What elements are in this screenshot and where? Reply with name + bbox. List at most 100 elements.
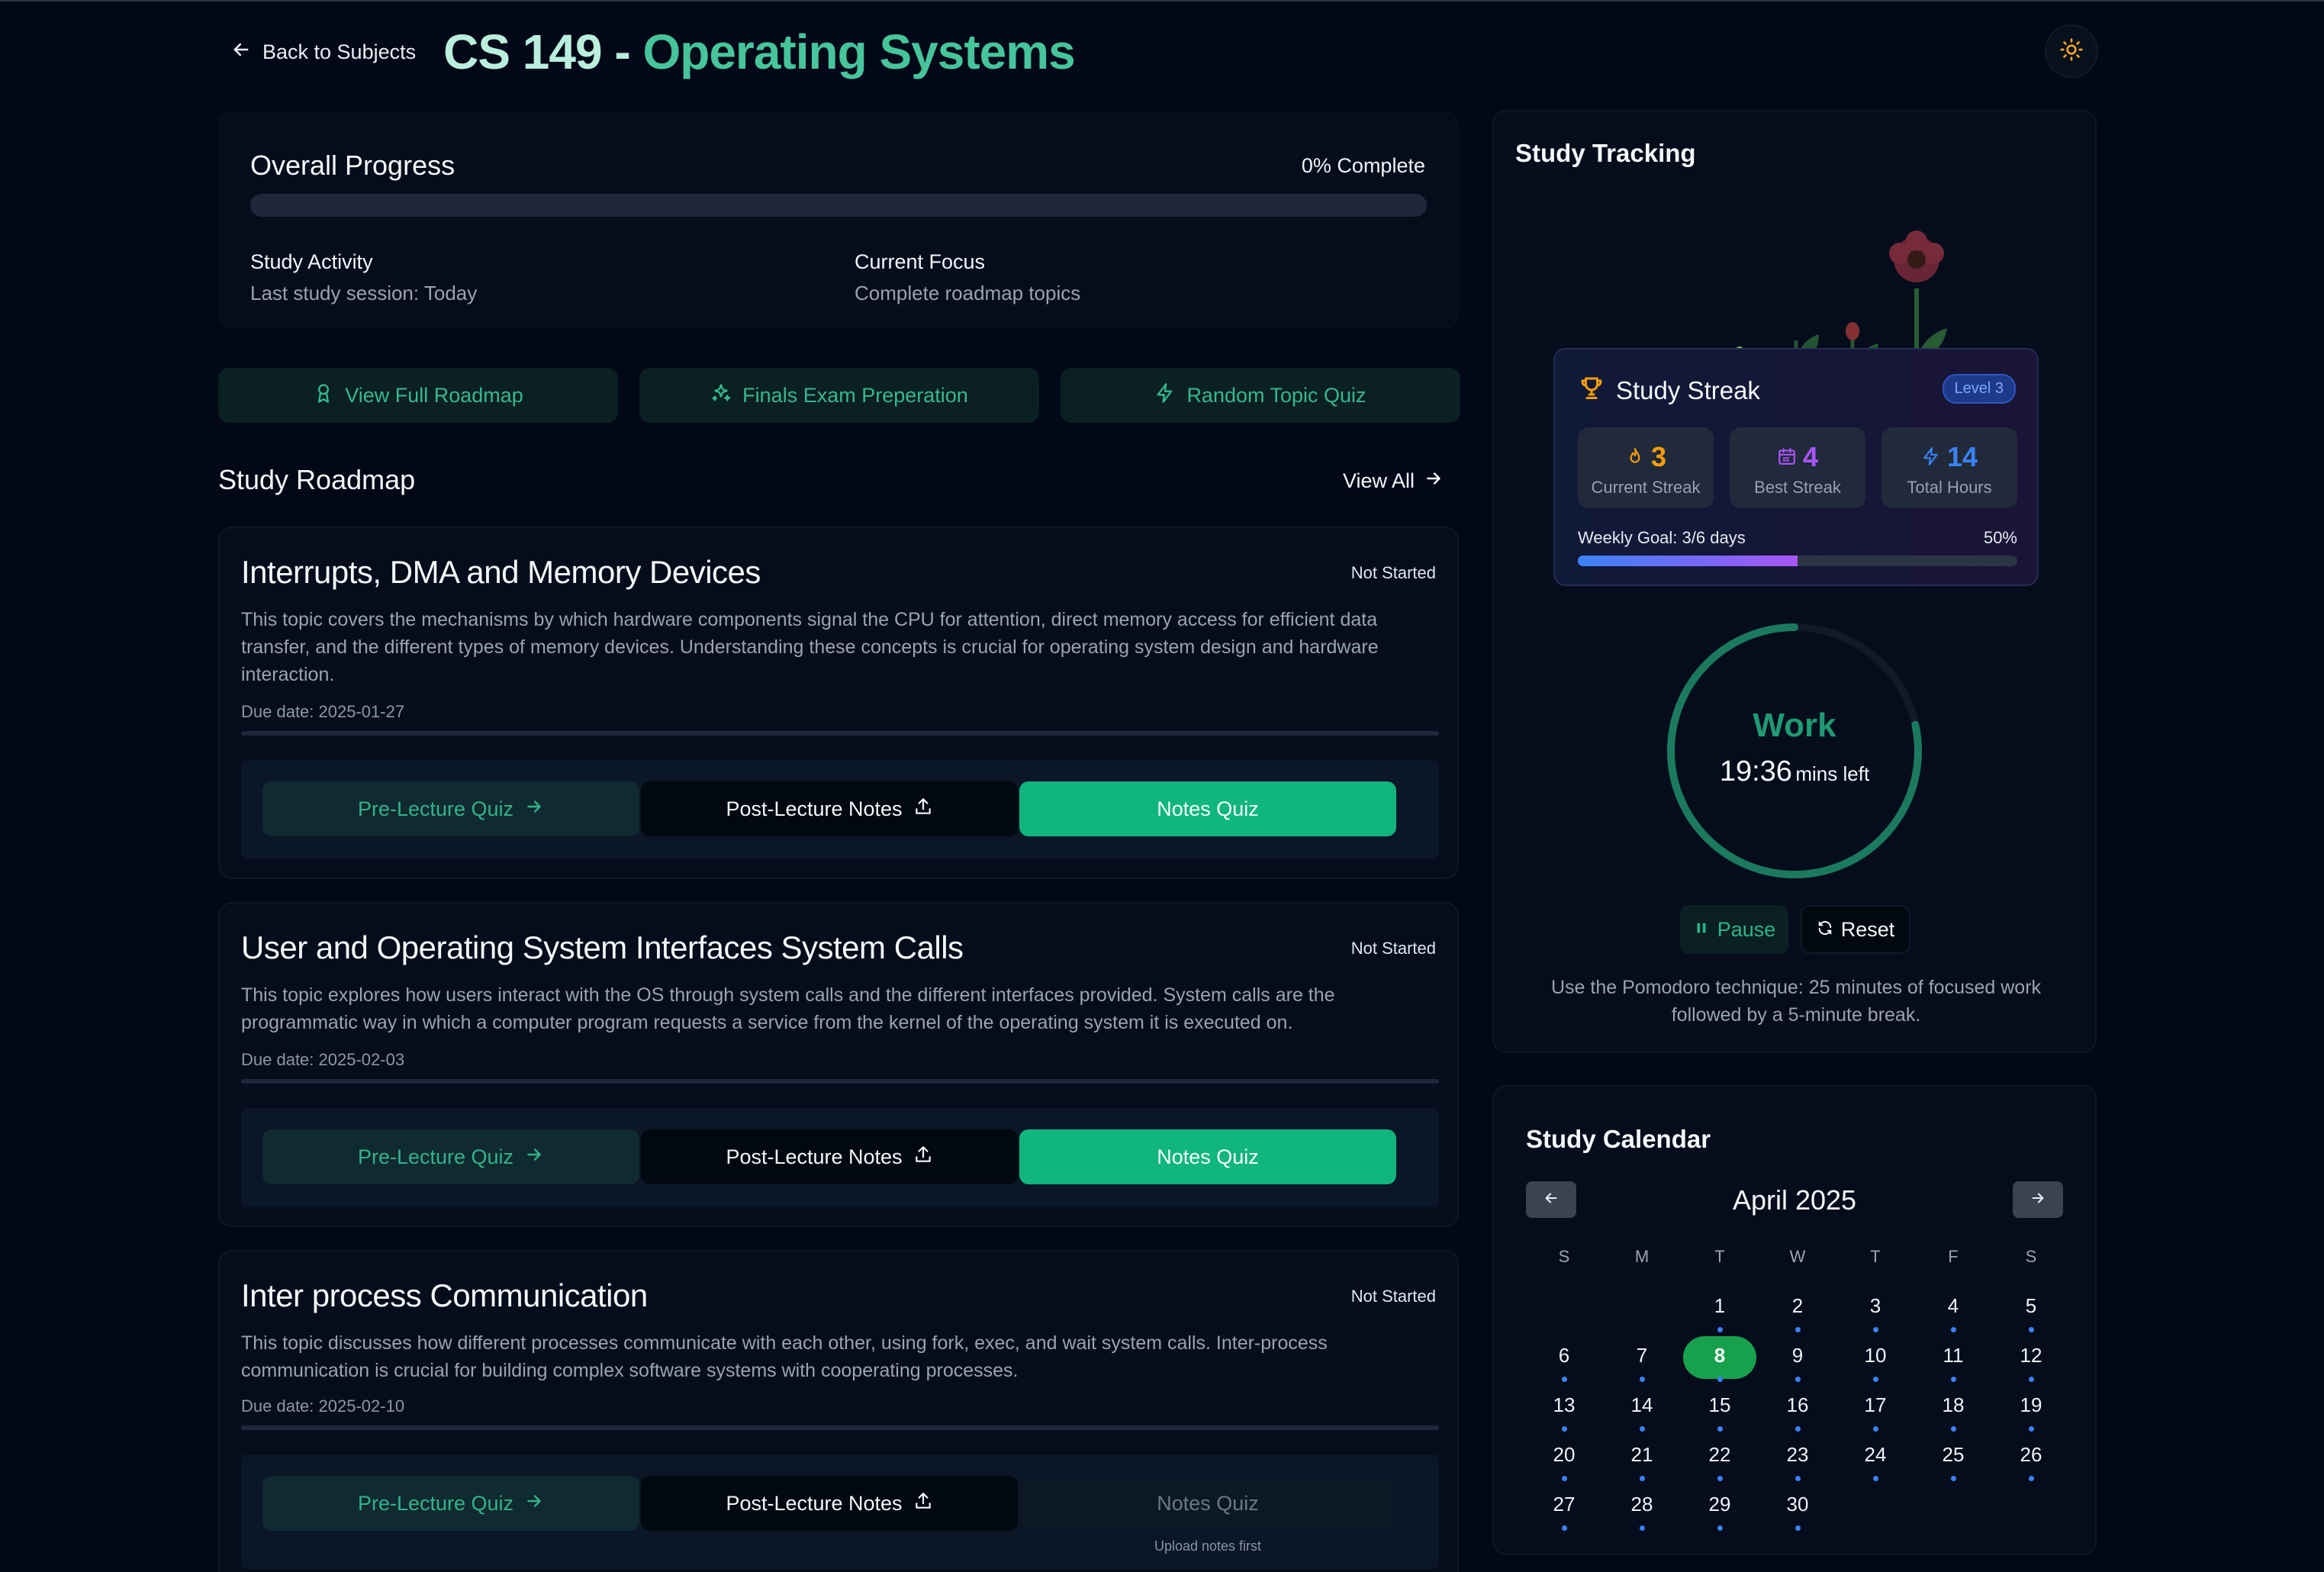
- arrow-right-icon: [524, 1491, 544, 1516]
- finals-exam-preparation-button[interactable]: Finals Exam Preperation: [639, 368, 1039, 423]
- calendar-day[interactable]: 6: [1527, 1336, 1601, 1382]
- pre-lecture-quiz-button[interactable]: Pre-Lecture Quiz: [262, 1476, 639, 1531]
- study-day-dot: [1562, 1525, 1567, 1531]
- calendar-day[interactable]: 21: [1605, 1435, 1679, 1481]
- post-lecture-notes-button[interactable]: Post-Lecture Notes: [641, 781, 1018, 836]
- overall-progress-bar: [250, 194, 1427, 217]
- reset-button[interactable]: Reset: [1801, 905, 1910, 954]
- pre-lecture-quiz-label: Pre-Lecture Quiz: [357, 797, 514, 820]
- view-full-roadmap-button[interactable]: View Full Roadmap: [218, 368, 618, 423]
- calendar-day[interactable]: 18: [1917, 1386, 1990, 1432]
- calendar-day[interactable]: 28: [1605, 1485, 1679, 1531]
- calendar-day[interactable]: 23: [1761, 1435, 1834, 1481]
- notes-quiz-button[interactable]: Notes Quiz: [1019, 781, 1396, 836]
- study-streak-card: Study Streak Level 3 3 Current Streak 4 …: [1553, 348, 2039, 586]
- study-day-dot: [1562, 1426, 1567, 1432]
- back-to-subjects-link[interactable]: Back to Subjects: [230, 39, 416, 66]
- calendar-day[interactable]: 1: [1683, 1287, 1756, 1332]
- calendar-day[interactable]: 17: [1839, 1386, 1912, 1432]
- calendar-day[interactable]: 30: [1761, 1485, 1834, 1531]
- calendar-day[interactable]: 2: [1761, 1287, 1834, 1332]
- study-tracking-card: Study Tracking Study Streak Level 3 3 Cu…: [1492, 110, 2097, 1053]
- study-streak-title: Study Streak: [1616, 376, 1760, 404]
- pre-lecture-quiz-button[interactable]: Pre-Lecture Quiz: [262, 781, 639, 836]
- study-day-dot: [1951, 1426, 1956, 1432]
- calendar-day[interactable]: 25: [1917, 1435, 1990, 1481]
- next-month-button[interactable]: [2013, 1181, 2063, 1218]
- timer-mode: Work: [1753, 707, 1836, 744]
- view-all-link[interactable]: View All: [1343, 469, 1444, 494]
- calendar-day-today[interactable]: 8: [1683, 1336, 1756, 1382]
- topic-title: Inter process Communication: [241, 1277, 648, 1313]
- random-topic-quiz-button[interactable]: Random Topic Quiz: [1061, 368, 1460, 423]
- calendar-day[interactable]: 10: [1839, 1336, 1912, 1382]
- calendar-day[interactable]: 4: [1917, 1287, 1990, 1332]
- calendar-day-number: 6: [1558, 1344, 1570, 1367]
- calendar-day-number: 11: [1943, 1344, 1964, 1367]
- calendar-day[interactable]: 24: [1839, 1435, 1912, 1481]
- weekly-goal-percent: 50%: [1983, 528, 2017, 547]
- calendar-day[interactable]: 5: [1994, 1287, 2068, 1332]
- post-lecture-notes-button[interactable]: Post-Lecture Notes: [641, 1476, 1018, 1531]
- topic-actions: Pre-Lecture Quiz Post-Lecture Notes Note…: [241, 1454, 1439, 1569]
- weekday-header: M: [1634, 1247, 1650, 1266]
- topic-title: Interrupts, DMA and Memory Devices: [241, 554, 761, 590]
- calendar-day[interactable]: 15: [1683, 1386, 1756, 1432]
- pre-lecture-quiz-button[interactable]: Pre-Lecture Quiz: [262, 1129, 639, 1184]
- calendar-month: April 2025: [1732, 1184, 1857, 1216]
- calendar-day[interactable]: 19: [1994, 1386, 2068, 1432]
- calendar-day[interactable]: 29: [1683, 1485, 1756, 1531]
- study-day-dot: [1951, 1327, 1956, 1332]
- weekly-goal: Weekly Goal: 3/6 days 50%: [1578, 528, 2017, 548]
- calendar-day[interactable]: 12: [1994, 1336, 2068, 1382]
- best-streak-value: 4: [1802, 441, 1819, 472]
- calendar-day[interactable]: 22: [1683, 1435, 1756, 1481]
- weekly-goal-bar: [1578, 556, 2017, 566]
- calendar-day[interactable]: 27: [1527, 1485, 1601, 1531]
- calendar-day-number: 25: [1942, 1443, 1965, 1466]
- page-header: Back to Subjects CS 149 - Operating Syst…: [230, 21, 2098, 82]
- post-lecture-notes-label: Post-Lecture Notes: [726, 797, 903, 820]
- current-focus-label: Current Focus: [855, 250, 986, 273]
- calendar-day[interactable]: 16: [1761, 1386, 1834, 1432]
- timer-time: 19:36: [1719, 755, 1792, 788]
- calendar-day-number: 26: [2020, 1443, 2042, 1466]
- study-day-dot: [1717, 1525, 1723, 1531]
- topic-progress-bar: [241, 1425, 1439, 1430]
- topic-status: Not Started: [1350, 939, 1436, 958]
- theme-toggle-button[interactable]: [2045, 24, 2098, 78]
- calendar-day[interactable]: 9: [1761, 1336, 1834, 1382]
- weekday-header: T: [1870, 1247, 1881, 1266]
- pause-button[interactable]: Pause: [1680, 905, 1788, 954]
- topic-card: Inter process Communication Not Started …: [218, 1250, 1459, 1572]
- calendar-day[interactable]: 26: [1994, 1435, 2068, 1481]
- notes-quiz-button[interactable]: Notes Quiz: [1019, 1129, 1396, 1184]
- calendar-day[interactable]: 11: [1917, 1336, 1990, 1382]
- study-day-dot: [1795, 1426, 1801, 1432]
- calendar-day-number: 5: [2025, 1294, 2037, 1317]
- upload-notes-hint: Upload notes first: [1154, 1538, 1262, 1554]
- study-calendar-card: Study Calendar April 2025 SMTWTFS1234567…: [1492, 1085, 2097, 1555]
- calendar-day[interactable]: 3: [1839, 1287, 1912, 1332]
- post-lecture-notes-button[interactable]: Post-Lecture Notes: [641, 1129, 1018, 1184]
- study-day-dot: [1795, 1476, 1801, 1481]
- study-day-dot: [1795, 1327, 1801, 1332]
- notes-quiz-button-disabled: Notes Quiz: [1019, 1476, 1396, 1531]
- pre-lecture-quiz-label: Pre-Lecture Quiz: [357, 1145, 514, 1168]
- weekday-header: S: [1558, 1247, 1570, 1266]
- calendar-day[interactable]: 13: [1527, 1386, 1601, 1432]
- calendar-day-number: 29: [1708, 1493, 1731, 1516]
- study-day-dot: [1951, 1476, 1956, 1481]
- study-day-dot: [2029, 1476, 2034, 1481]
- calendar-day[interactable]: 14: [1605, 1386, 1679, 1432]
- topic-card: Interrupts, DMA and Memory Devices Not S…: [218, 527, 1459, 879]
- calendar-day[interactable]: 7: [1605, 1336, 1679, 1382]
- study-day-dot: [1717, 1327, 1723, 1332]
- calendar-day-number: 10: [1864, 1344, 1887, 1367]
- finals-exam-preparation-label: Finals Exam Preperation: [742, 383, 968, 407]
- best-streak-stat: 4 Best Streak: [1730, 427, 1865, 508]
- calendar-day[interactable]: 20: [1527, 1435, 1601, 1481]
- calendar-day-number: 19: [2020, 1393, 2042, 1416]
- calendar-day-number: 30: [1786, 1493, 1809, 1516]
- study-day-dot: [2029, 1426, 2034, 1432]
